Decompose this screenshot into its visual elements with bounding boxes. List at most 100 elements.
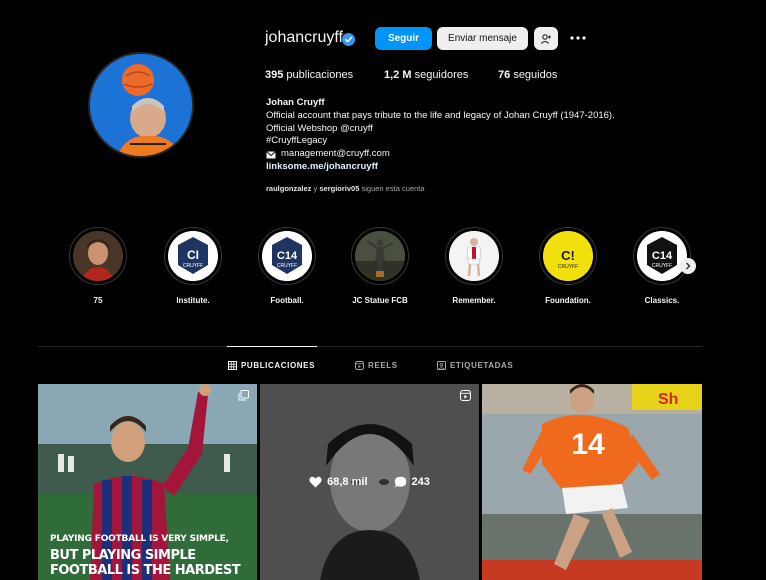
highlight-75[interactable]: 75 — [67, 227, 129, 305]
highlight-foundation[interactable]: C! CRUYFF Foundation. — [537, 227, 599, 305]
active-tab-indicator — [227, 346, 317, 347]
followed-by-user-1: raulgonzalez — [266, 184, 312, 193]
post-hover-stats: 68,8 mil 243 — [260, 384, 479, 580]
profile-avatar[interactable] — [88, 52, 194, 158]
highlight-institute[interactable]: CI CRUYFF Institute. — [162, 227, 224, 305]
stadium-banner-text: Sh — [658, 391, 678, 408]
followers-count-label: seguidores — [414, 69, 469, 81]
envelope-icon — [266, 150, 276, 159]
bio-email: management@cruyff.com — [281, 148, 390, 160]
bio-full-name: Johan Cruyff — [266, 97, 325, 108]
logo-mark: CI — [187, 248, 199, 262]
followed-by-text[interactable]: raulgonzalez y sergioriv05 siguen esta c… — [266, 184, 424, 193]
tab-tagged[interactable]: ETIQUETADAS — [437, 361, 513, 370]
cruyff-football-logo-icon: C14 CRUYFF — [262, 231, 312, 281]
carousel-icon — [238, 390, 249, 401]
logo-subtitle: CRUYFF — [652, 263, 672, 269]
tab-label: REELS — [368, 361, 398, 370]
tab-label: ETIQUETADAS — [450, 361, 514, 370]
highlight-label: Football. — [270, 296, 304, 305]
highlight-cover: CI CRUYFF — [168, 231, 218, 281]
followers-count[interactable]: 1,2 M seguidores — [384, 69, 468, 81]
logo-mark: C! — [561, 248, 575, 263]
posts-count-value: 395 — [265, 69, 284, 81]
cruyff-foundation-logo-icon: C! CRUYFF — [543, 231, 593, 281]
highlight-ring — [445, 227, 503, 285]
tab-label: PUBLICACIONES — [241, 361, 316, 370]
bio-email-row: management@cruyff.com — [266, 148, 686, 161]
tab-reels[interactable]: REELS — [355, 361, 398, 370]
following-count[interactable]: 76 seguidos — [498, 69, 557, 81]
profile-photo — [90, 54, 192, 156]
quote-line-3: FOOTBALL IS THE HARDEST — [50, 563, 241, 578]
highlight-ring: C14 CRUYFF — [258, 227, 316, 285]
chevron-right-icon — [686, 262, 691, 270]
portrait-thumbnail — [73, 231, 123, 281]
highlights-next-button[interactable] — [680, 258, 696, 274]
follow-button[interactable]: Seguir — [375, 27, 432, 50]
tabs-divider — [38, 346, 702, 347]
highlight-football[interactable]: C14 CRUYFF Football. — [256, 227, 318, 305]
likes-count: 68,8 mil — [327, 476, 368, 488]
heart-icon — [309, 476, 322, 488]
tagged-icon — [437, 361, 446, 370]
comments-stat: 243 — [394, 476, 430, 488]
post-image: Sh 14 — [482, 384, 702, 580]
cruyff-institute-logo-icon: CI CRUYFF — [168, 231, 218, 281]
highlight-remember[interactable]: Remember. — [443, 227, 505, 305]
highlight-ring — [69, 227, 127, 285]
logo-mark: C14 — [652, 250, 673, 262]
post-quote-text: PLAYING FOOTBALL IS VERY SIMPLE, BUT PLA… — [50, 534, 241, 578]
highlight-label: JC Statue FCB — [352, 296, 408, 305]
likes-stat: 68,8 mil — [309, 476, 368, 488]
player-illustration-thumbnail — [449, 231, 499, 281]
profile-bio: Johan Cruyff Official account that pays … — [266, 97, 686, 174]
highlight-ring: C! CRUYFF — [539, 227, 597, 285]
quote-line-1: PLAYING FOOTBALL IS VERY SIMPLE, — [50, 534, 229, 544]
followers-count-value: 1,2 M — [384, 69, 412, 81]
post-tile[interactable]: Sh 14 — [482, 384, 702, 580]
posts-count: 395 publicaciones — [265, 69, 353, 81]
suggested-accounts-button[interactable] — [534, 27, 558, 50]
logo-subtitle: CRUYFF — [558, 264, 578, 270]
reels-icon — [355, 361, 364, 370]
post-tile[interactable]: PLAYING FOOTBALL IS VERY SIMPLE, BUT PLA… — [38, 384, 257, 580]
add-person-icon — [540, 33, 551, 44]
highlight-label: 75 — [93, 296, 103, 305]
highlight-ring: C14 CRUYFF — [633, 227, 691, 285]
verified-badge-icon — [342, 33, 355, 46]
highlight-cover: C14 CRUYFF — [262, 231, 312, 281]
send-message-button[interactable]: Enviar mensaje — [437, 27, 528, 50]
bio-description: Official account that pays tribute to th… — [266, 109, 615, 121]
bio-webshop: Official Webshop @cruyff — [266, 122, 373, 134]
more-options-icon[interactable] — [569, 30, 587, 46]
logo-mark: C14 — [277, 250, 298, 262]
bio-external-link[interactable]: linksome.me/johancruyff — [266, 161, 686, 174]
reel-icon — [460, 390, 471, 401]
highlight-label: Foundation. — [545, 296, 591, 305]
highlight-label: Classics. — [644, 296, 680, 305]
highlight-label: Institute. — [176, 296, 210, 305]
posts-count-label: publicaciones — [286, 69, 354, 81]
following-count-label: seguidos — [513, 69, 558, 81]
highlight-cover — [73, 231, 123, 281]
logo-subtitle: CRUYFF — [183, 263, 203, 269]
logo-subtitle: CRUYFF — [277, 263, 297, 269]
following-count-value: 76 — [498, 69, 511, 81]
profile-username: johancruyff — [265, 29, 343, 46]
comments-count: 243 — [411, 476, 430, 488]
highlight-cover — [449, 231, 499, 281]
highlight-cover — [355, 231, 405, 281]
highlight-ring: CI CRUYFF — [164, 227, 222, 285]
followed-by-user-2: sergioriv05 — [319, 184, 360, 193]
tab-posts[interactable]: PUBLICACIONES — [228, 361, 315, 370]
followed-by-conjunction: y — [313, 184, 318, 193]
statue-thumbnail — [355, 231, 405, 281]
jersey-number: 14 — [571, 428, 605, 461]
followed-by-suffix: siguen esta cuenta — [361, 184, 425, 193]
highlight-ring — [351, 227, 409, 285]
post-tile-hovered[interactable]: 68,8 mil 243 — [260, 384, 479, 580]
highlight-cover: C! CRUYFF — [543, 231, 593, 281]
bio-hashtag[interactable]: #CruyffLegacy — [266, 135, 686, 148]
highlight-jc-statue-fcb[interactable]: JC Statue FCB — [349, 227, 411, 305]
